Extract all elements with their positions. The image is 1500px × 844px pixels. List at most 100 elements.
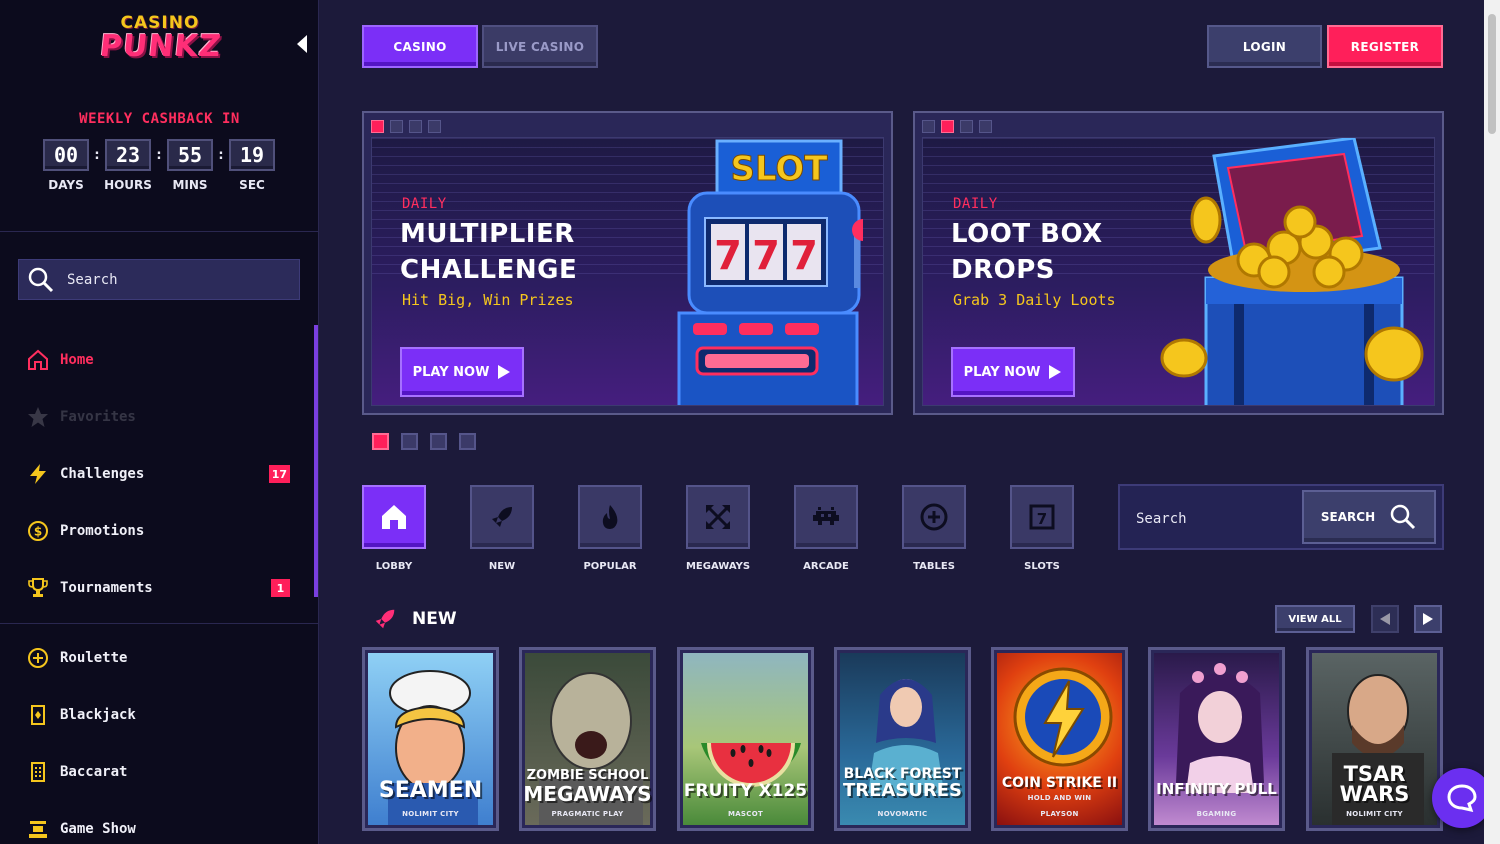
- game-subtitle: HOLD AND WIN: [1027, 794, 1092, 802]
- timer-sec-value: 19: [229, 139, 275, 171]
- category-megaways[interactable]: MEGAWAYS: [686, 485, 750, 572]
- sidebar-item-label: Game Show: [60, 821, 136, 837]
- live-chat-button[interactable]: [1432, 768, 1492, 828]
- collapse-sidebar-icon[interactable]: [295, 34, 309, 54]
- sidebar-item-label: Blackjack: [60, 707, 136, 723]
- banner-title-line-2: CHALLENGE: [400, 255, 578, 285]
- sidebar-item-game-show[interactable]: Game Show: [26, 816, 292, 842]
- register-button[interactable]: REGISTER: [1327, 25, 1443, 68]
- page-scrollbar[interactable]: [1484, 0, 1500, 844]
- timer-hours-label: HOURS: [104, 178, 152, 192]
- arrows-expand-icon: [706, 505, 730, 529]
- banner-title: MULTIPLIER CHALLENGE: [400, 216, 680, 288]
- view-all-button[interactable]: VIEW ALL: [1275, 605, 1355, 633]
- search-icon: [1390, 504, 1416, 530]
- sidebar-item-label: Baccarat: [60, 764, 128, 780]
- category-label: SLOTS: [1024, 561, 1060, 572]
- category-popular[interactable]: POPULAR: [578, 485, 642, 572]
- slot-icon: 7: [1029, 504, 1055, 530]
- timer-mins-value: 55: [167, 139, 213, 171]
- banner-panel: SLOT 7 7 7 DAILY MULTIPLIER CHALLENGE Hi…: [371, 137, 884, 406]
- sidebar: CASINO PUNKZ WEEKLY CASHBACK IN 00 DAYS …: [0, 0, 319, 844]
- game-title: SEAMEN: [378, 778, 483, 803]
- carousel-dot[interactable]: [430, 433, 447, 450]
- category-lobby[interactable]: LOBBY: [362, 485, 426, 572]
- sidebar-item-favorites[interactable]: Favorites: [26, 404, 292, 430]
- svg-text:7: 7: [752, 233, 780, 279]
- sidebar-item-label: Challenges: [60, 466, 145, 482]
- carousel-dot[interactable]: [401, 433, 418, 450]
- carousel-next-button[interactable]: [1414, 605, 1442, 633]
- category-label: NEW: [488, 561, 516, 572]
- logo-line-2: PUNKZ: [98, 29, 224, 64]
- category-label: POPULAR: [583, 561, 637, 572]
- promo-banner-lootbox[interactable]: DAILY LOOT BOX DROPS Grab 3 Daily Loots …: [913, 111, 1444, 415]
- game-card-black-forest-treasures[interactable]: BLACK FOREST TREASURES NOVOMATIC: [834, 647, 971, 831]
- game-card-coin-strike-ii[interactable]: COIN STRIKE II HOLD AND WIN PLAYSON: [991, 647, 1128, 831]
- invader-icon: [813, 507, 839, 525]
- tab-casino[interactable]: CASINO: [362, 25, 478, 68]
- timer-mins-label: MINS: [172, 178, 208, 192]
- timer-hours: 23 HOURS: [104, 139, 152, 192]
- game-title-line-2: TREASURES: [842, 780, 963, 801]
- category-slots[interactable]: 7 SLOTS: [1010, 485, 1074, 572]
- play-icon: [1049, 365, 1062, 379]
- promo-banner-multiplier[interactable]: SLOT 7 7 7 DAILY MULTIPLIER CHALLENGE Hi…: [362, 111, 893, 415]
- timer-hours-value: 23: [105, 139, 151, 171]
- page-scrollbar-thumb[interactable]: [1488, 14, 1496, 134]
- game-card-seamen[interactable]: SEAMEN NOLIMIT CITY: [362, 647, 499, 831]
- window-dots: [922, 120, 992, 133]
- category-arcade[interactable]: ARCADE: [794, 485, 858, 572]
- game-card-fruity-x125[interactable]: FRUITY X125 MASCOT: [677, 647, 814, 831]
- game-card-zombie-school-megaways[interactable]: ZOMBIE SCHOOL MEGAWAYS PRAGMATIC PLAY: [519, 647, 656, 831]
- game-provider: PLAYSON: [1040, 810, 1079, 818]
- trophy-icon: [26, 576, 50, 600]
- sidebar-divider: [0, 231, 319, 232]
- sidebar-search-input[interactable]: Search: [18, 259, 300, 300]
- game-card-tsar-wars[interactable]: TSAR WARS NOLIMIT CITY: [1306, 647, 1443, 831]
- section-header-new: NEW: [372, 606, 457, 632]
- sidebar-item-label: Promotions: [60, 523, 145, 539]
- banner-subtitle: Grab 3 Daily Loots: [953, 291, 1116, 309]
- sidebar-item-roulette[interactable]: Roulette: [26, 645, 292, 671]
- banner-title-line-1: MULTIPLIER: [400, 219, 575, 249]
- sidebar-item-tournaments[interactable]: Tournaments 1: [26, 575, 292, 601]
- play-icon: [498, 365, 511, 379]
- casino-punkz-logo[interactable]: CASINO PUNKZ: [98, 14, 224, 68]
- carousel-dot[interactable]: [372, 433, 389, 450]
- star-icon: [26, 405, 50, 429]
- sidebar-item-blackjack[interactable]: Blackjack: [26, 702, 292, 728]
- sidebar-item-promotions[interactable]: $ Promotions: [26, 518, 292, 544]
- svg-text:7: 7: [790, 233, 818, 279]
- game-card-infinity-pull[interactable]: INFINITY PULL BGAMING: [1148, 647, 1285, 831]
- timer-days-value: 00: [43, 139, 89, 171]
- sidebar-scrollbar[interactable]: [314, 325, 318, 597]
- game-title: INFINITY PULL: [1156, 780, 1277, 798]
- sidebar-item-challenges[interactable]: Challenges 17: [26, 461, 292, 487]
- carousel-dot[interactable]: [459, 433, 476, 450]
- timer-days-label: DAYS: [48, 178, 84, 192]
- play-now-button[interactable]: PLAY NOW: [951, 347, 1075, 397]
- dice-card-icon: [26, 760, 50, 784]
- sidebar-item-baccarat[interactable]: Baccarat: [26, 759, 292, 785]
- banner-title-line-2: DROPS: [951, 255, 1055, 285]
- challenges-count-badge: 17: [268, 465, 290, 483]
- banner-title-line-1: LOOT BOX: [951, 219, 1103, 249]
- carousel-prev-button[interactable]: [1371, 605, 1399, 633]
- sidebar-item-home[interactable]: Home: [26, 347, 292, 373]
- tab-live-casino[interactable]: LIVE CASINO: [482, 25, 598, 68]
- window-dots: [371, 120, 441, 133]
- svg-text:7: 7: [714, 233, 742, 279]
- game-title: ZOMBIE SCHOOL MEGAWAYS: [522, 767, 653, 804]
- game-provider: BGAMING: [1196, 810, 1237, 818]
- category-label: TABLES: [913, 561, 955, 572]
- sidebar-item-label: Tournaments: [60, 580, 153, 596]
- search-button[interactable]: SEARCH: [1302, 490, 1436, 544]
- game-search-input[interactable]: Search SEARCH: [1118, 484, 1444, 550]
- category-tables[interactable]: TABLES: [902, 485, 966, 572]
- login-button[interactable]: LOGIN: [1207, 25, 1322, 68]
- slot-sign-text: SLOT: [730, 149, 828, 189]
- category-new[interactable]: NEW: [470, 485, 534, 572]
- card-icon: [26, 703, 50, 727]
- play-now-button[interactable]: PLAY NOW: [400, 347, 524, 397]
